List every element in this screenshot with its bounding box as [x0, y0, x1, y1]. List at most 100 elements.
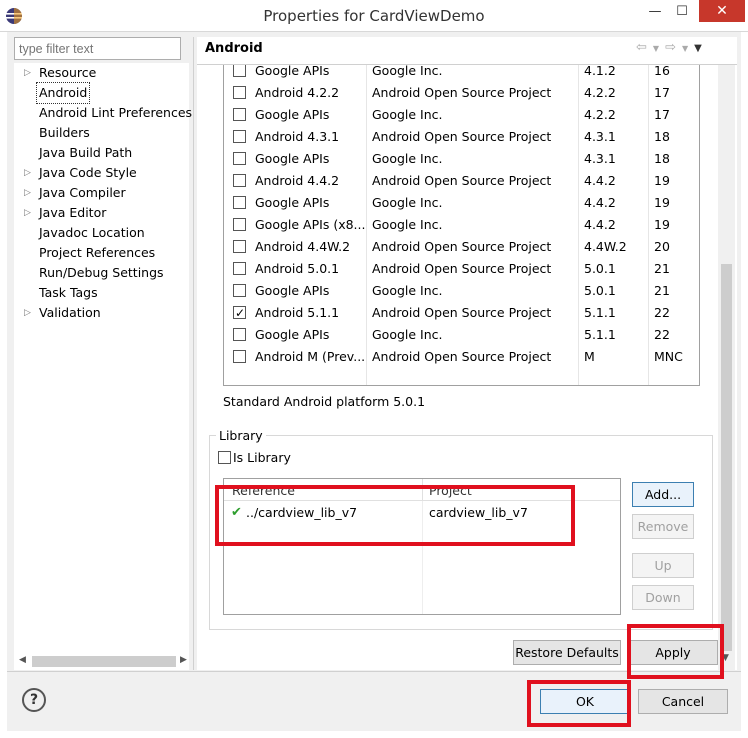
table-row[interactable]: Android M (Prev... Android Open Source Pr…: [224, 346, 699, 368]
table-row[interactable]: Google APIs Google Inc. 5.1.1 22: [224, 324, 699, 346]
history-navigation: ⇦ ▼ ⇨ ▼ ▼: [636, 40, 702, 58]
tree-item[interactable]: Android: [14, 82, 189, 104]
table-row[interactable]: Google APIs Google Inc. 4.4.2 19: [224, 192, 699, 214]
table-row[interactable]: Google APIs Google Inc. 4.2.2 17: [224, 104, 699, 126]
restore-defaults-button[interactable]: Restore Defaults: [513, 640, 621, 665]
tree-item[interactable]: ▷ Java Editor: [14, 203, 189, 223]
expand-arrow-icon[interactable]: ▷: [24, 163, 31, 183]
target-checkbox[interactable]: [233, 108, 246, 121]
tree-item[interactable]: Android Lint Preferences: [14, 103, 192, 123]
table-row[interactable]: Android 4.4W.2 Android Open Source Projec…: [224, 236, 699, 258]
scroll-thumb[interactable]: [721, 264, 732, 651]
target-platform: 4.4.2: [584, 173, 616, 188]
help-icon[interactable]: ?: [22, 688, 46, 712]
remove-library-button[interactable]: Remove: [632, 514, 694, 539]
preference-tree: ▷ Resource Android Android Lint Preferences…: [14, 63, 192, 653]
target-platform: 5.0.1: [584, 261, 616, 276]
tree-item[interactable]: Task Tags: [14, 283, 189, 303]
page-vertical-scrollbar[interactable]: ▼: [718, 65, 735, 670]
target-checkbox[interactable]: [233, 262, 246, 275]
target-platform: 4.1.2: [584, 65, 616, 78]
tree-item[interactable]: Run/Debug Settings: [14, 263, 189, 283]
target-platform: 5.1.1: [584, 327, 616, 342]
filter-input[interactable]: [14, 37, 181, 60]
back-menu-icon[interactable]: ▼: [653, 40, 659, 58]
target-api: MNC: [654, 349, 683, 364]
target-vendor: Android Open Source Project: [372, 239, 552, 254]
target-api: 21: [654, 261, 670, 276]
tree-item-label: Project References: [39, 245, 156, 260]
move-up-button[interactable]: Up: [632, 553, 694, 578]
target-platform: 4.3.1: [584, 151, 616, 166]
table-row[interactable]: Android 5.0.1 Android Open Source Project…: [224, 258, 699, 280]
close-button[interactable]: ✕: [699, 0, 745, 22]
view-menu-icon[interactable]: ▼: [694, 40, 702, 58]
table-row[interactable]: Google APIs (x8... Google Inc. 4.4.2 19: [224, 214, 699, 236]
tree-item-label: Validation: [39, 305, 101, 320]
tree-item[interactable]: ▷ Java Compiler: [14, 183, 189, 203]
forward-icon[interactable]: ⇨: [665, 40, 676, 58]
expand-arrow-icon[interactable]: ▷: [24, 183, 31, 203]
cancel-button[interactable]: Cancel: [638, 689, 728, 714]
pane-splitter[interactable]: [193, 37, 194, 670]
tree-item-label: Resource: [39, 65, 97, 80]
target-name: Android 4.4W.2: [255, 239, 351, 254]
window-frame-bottom: [0, 731, 748, 738]
target-checkbox[interactable]: [233, 130, 246, 143]
target-platform: M: [584, 349, 595, 364]
expand-arrow-icon[interactable]: ▷: [24, 203, 31, 223]
table-row[interactable]: Google APIs Google Inc. 5.0.1 21: [224, 280, 699, 302]
tree-item-label: Android: [35, 82, 91, 104]
add-library-button[interactable]: Add...: [632, 482, 694, 507]
target-name: Android 4.4.2: [255, 173, 340, 188]
table-row[interactable]: Google APIs Google Inc. 4.1.2 16: [224, 65, 699, 82]
maximize-button[interactable]: ☐: [669, 0, 695, 22]
is-library-label[interactable]: Is Library: [233, 450, 291, 465]
target-checkbox[interactable]: [233, 302, 246, 324]
tree-horizontal-scrollbar[interactable]: ◀ ▶: [14, 653, 189, 670]
annotation-highlight-ok: [527, 680, 631, 727]
target-api: 18: [654, 129, 670, 144]
move-down-button[interactable]: Down: [632, 585, 694, 610]
target-checkbox[interactable]: [233, 240, 246, 253]
target-vendor: Google Inc.: [372, 195, 443, 210]
target-api: 19: [654, 217, 670, 232]
target-name: Android 5.0.1: [255, 261, 340, 276]
target-vendor: Google Inc.: [372, 151, 443, 166]
target-checkbox[interactable]: [233, 350, 246, 363]
tree-item[interactable]: ▷ Java Code Style: [14, 163, 189, 183]
table-row[interactable]: Android 4.4.2 Android Open Source Project…: [224, 170, 699, 192]
expand-arrow-icon[interactable]: ▷: [24, 303, 31, 323]
target-checkbox[interactable]: [233, 152, 246, 165]
target-checkbox[interactable]: [233, 86, 246, 99]
is-library-checkbox[interactable]: [218, 451, 231, 464]
table-row[interactable]: Google APIs Google Inc. 4.3.1 18: [224, 148, 699, 170]
target-name: Google APIs: [255, 65, 330, 78]
tree-item[interactable]: ▷ Validation: [14, 303, 189, 323]
target-checkbox[interactable]: [233, 218, 246, 231]
target-checkbox[interactable]: [233, 196, 246, 209]
tree-item[interactable]: Project References: [14, 243, 189, 263]
table-row[interactable]: Android 4.2.2 Android Open Source Project…: [224, 82, 699, 104]
target-name: Google APIs: [255, 107, 330, 122]
target-checkbox[interactable]: [233, 328, 246, 341]
scroll-thumb[interactable]: [32, 656, 176, 667]
scroll-right-icon[interactable]: ▶: [180, 655, 187, 665]
maximize-icon: ☐: [676, 3, 688, 19]
table-row[interactable]: Android 4.3.1 Android Open Source Project…: [224, 126, 699, 148]
scroll-left-icon[interactable]: ◀: [19, 655, 26, 665]
target-checkbox[interactable]: [233, 284, 246, 297]
expand-arrow-icon[interactable]: ▷: [24, 63, 31, 83]
back-icon[interactable]: ⇦: [636, 40, 647, 58]
target-checkbox[interactable]: [233, 65, 246, 77]
tree-item[interactable]: Builders: [14, 123, 189, 143]
table-row[interactable]: Android 5.1.1 Android Open Source Project…: [224, 302, 699, 324]
tree-item[interactable]: ▷ Resource: [14, 63, 189, 83]
tree-item[interactable]: Java Build Path: [14, 143, 189, 163]
forward-menu-icon[interactable]: ▼: [682, 40, 688, 58]
tree-item[interactable]: Javadoc Location: [14, 223, 189, 243]
target-name: Android M (Prev...: [255, 349, 365, 364]
minimize-button[interactable]: —: [642, 0, 668, 22]
target-checkbox[interactable]: [233, 174, 246, 187]
target-platform: 4.2.2: [584, 85, 616, 100]
